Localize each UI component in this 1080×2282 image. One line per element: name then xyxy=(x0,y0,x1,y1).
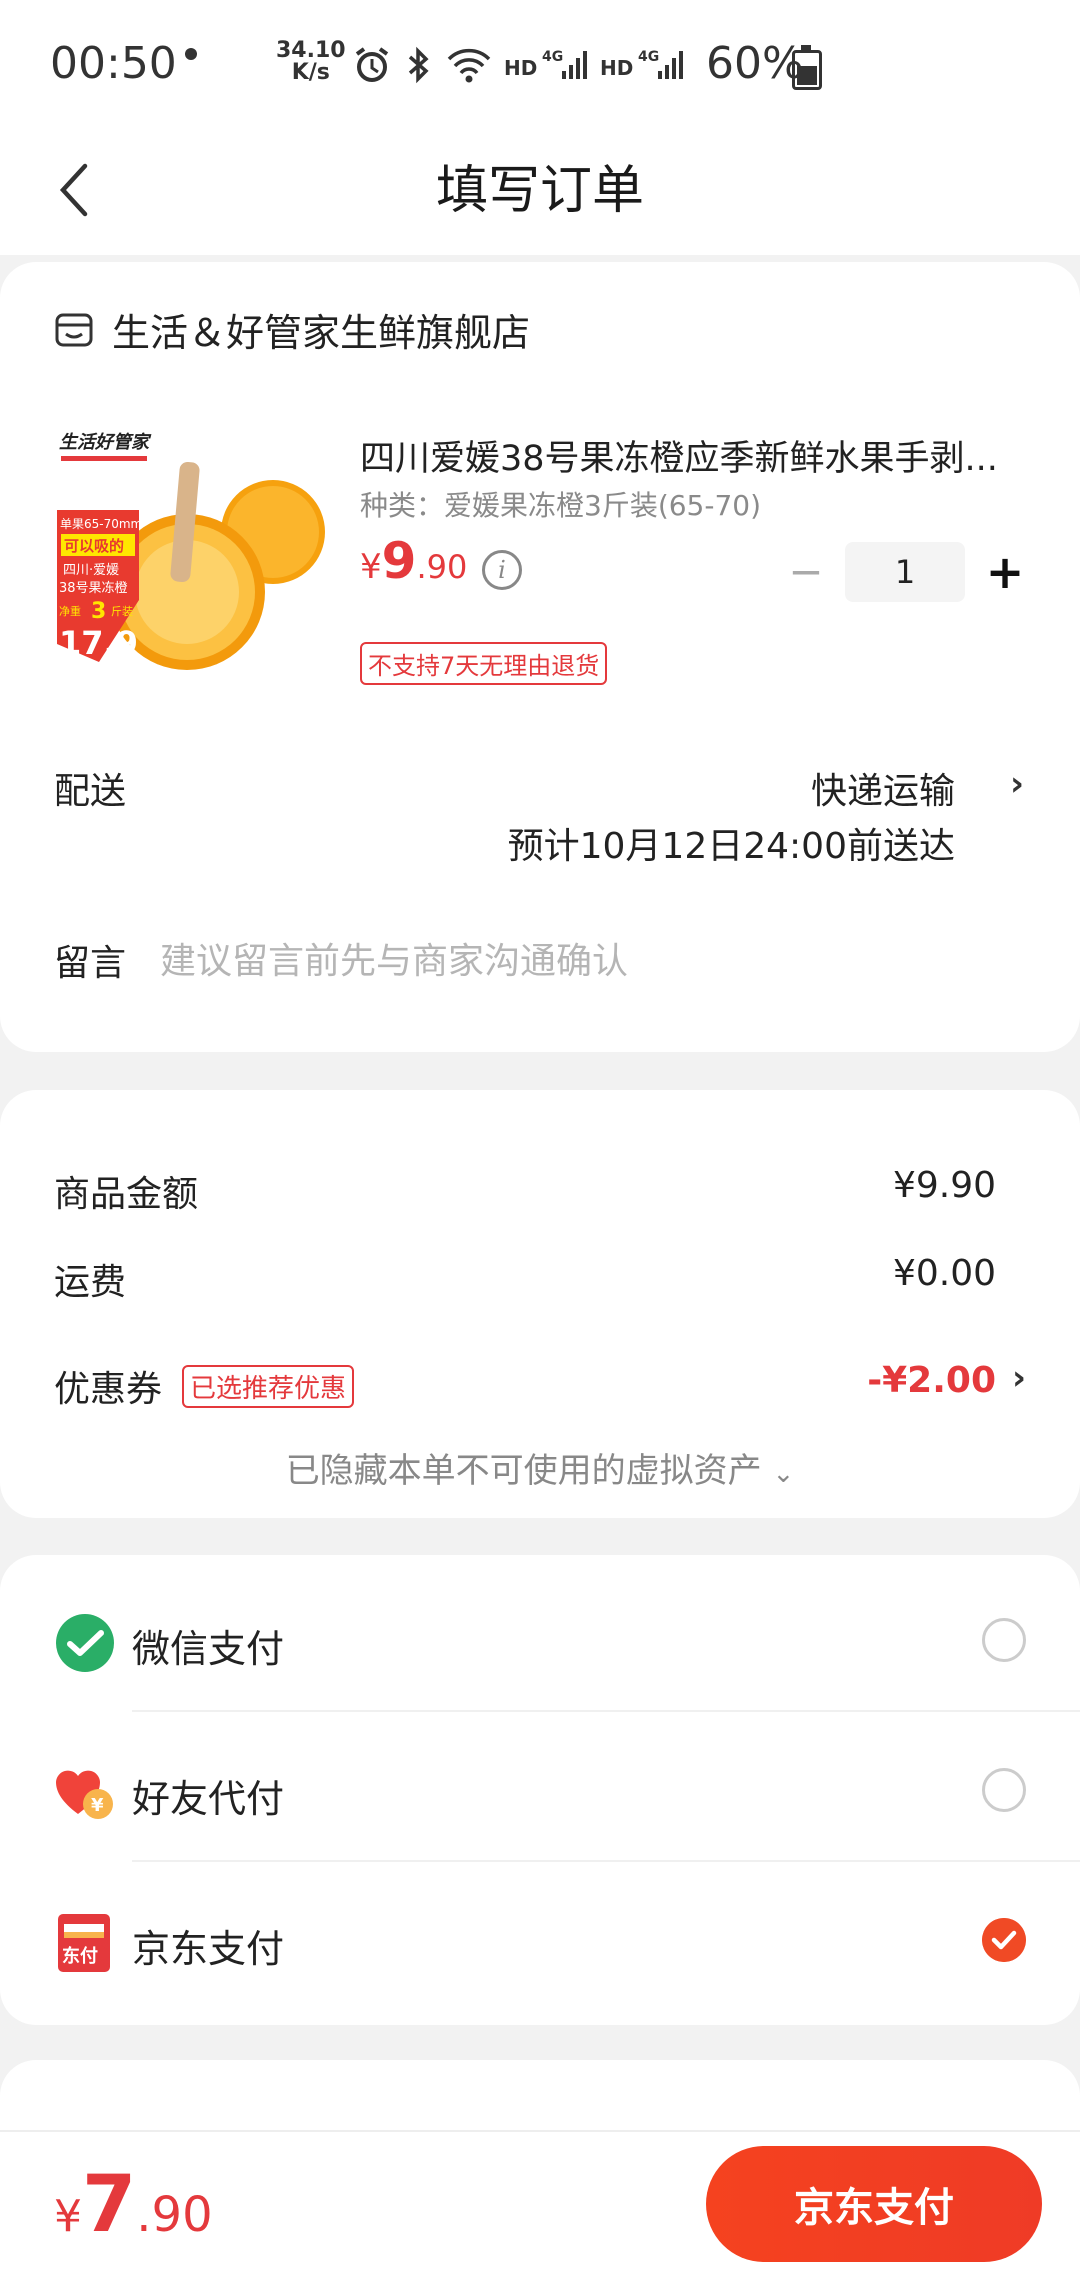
network-speed-value: 34.10 xyxy=(276,38,346,63)
price-decimal: .90 xyxy=(416,548,468,586)
svg-text:¥: ¥ xyxy=(91,1795,104,1816)
info-icon[interactable]: i xyxy=(482,550,522,590)
product-price: ¥ 9 .90 xyxy=(360,532,467,590)
checkout-bar: ¥ 7 .90 京东支付 xyxy=(0,2130,1080,2282)
total-symbol: ¥ xyxy=(54,2191,82,2242)
product-image-line3: 四川·爱媛 xyxy=(63,563,119,578)
svg-text:4G: 4G xyxy=(542,49,563,65)
product-title[interactable]: 四川爱媛38号果冻橙应季新鲜水果手剥... xyxy=(360,430,1030,481)
hidden-assets-text: 已隐藏本单不可使用的虚拟资产 xyxy=(285,1451,762,1491)
network-speed: 34.10 K/s xyxy=(276,40,346,84)
payment-radio[interactable] xyxy=(982,1768,1026,1812)
product-image-promo-label: 活动价 xyxy=(77,660,110,673)
status-time: 00:50 xyxy=(50,38,177,89)
product-image-line2: 可以吸的 xyxy=(64,537,124,555)
payment-option-wechat[interactable]: 微信支付 xyxy=(0,1570,1080,1720)
delivery-method[interactable]: 快递运输 xyxy=(811,762,955,814)
hidden-assets-toggle[interactable]: 已隐藏本单不可使用的虚拟资产 ⌄ xyxy=(0,1443,1080,1492)
svg-text:HD: HD xyxy=(600,56,633,80)
memo-label: 留言 xyxy=(54,943,127,984)
battery-icon xyxy=(792,45,822,90)
signal-hd-4g-icon-2: HD 4G xyxy=(600,49,683,80)
coupon-badge: 已选推荐优惠 xyxy=(182,1365,355,1408)
chevron-right-icon[interactable]: › xyxy=(1010,764,1024,804)
amount-card: 商品金额 ¥9.90 运费 ¥0.00 优惠券 已选推荐优惠 -¥2.00 › … xyxy=(0,1090,1080,1518)
payment-radio[interactable] xyxy=(982,1618,1026,1662)
payment-option-friend[interactable]: ¥ 好友代付 xyxy=(0,1720,1080,1870)
friend-pay-icon: ¥ xyxy=(56,1770,113,1819)
product-image[interactable]: 生活好管家 单果65-70mm 可以吸的 四川·爱媛 38号果冻橙 净重 3 斤… xyxy=(55,422,325,692)
product-spec: 种类：爱媛果冻橙3斤装(65-70) xyxy=(360,489,762,522)
divider xyxy=(132,1860,1080,1862)
quantity-decrease-button[interactable]: − xyxy=(788,551,824,593)
payment-label: 好友代付 xyxy=(132,1777,285,1821)
jd-pay-icon: 东付 xyxy=(58,1914,110,1972)
status-icons: HD 4G HD 4G xyxy=(352,40,684,90)
delivery-eta: 预计10月12日24:00前送达 xyxy=(507,826,955,867)
order-item-card: 生活＆好管家生鲜旗舰店 生活好管家 单果65-70mm 可以吸的 四川·爱媛 3… xyxy=(0,262,1080,1052)
store-header[interactable]: 生活＆好管家生鲜旗舰店 xyxy=(54,302,530,357)
battery-percent: 60% xyxy=(706,38,804,89)
status-bar: 00:50 34.10 K/s HD 4G HD 4G 60% xyxy=(0,0,1080,130)
store-name: 生活＆好管家生鲜旗舰店 xyxy=(112,311,531,355)
product-image-promo-price: 17.9 xyxy=(59,624,138,662)
checkmark-selected-icon[interactable] xyxy=(982,1918,1026,1962)
price-integer: 9 xyxy=(381,532,417,590)
goods-amount-value: ¥9.90 xyxy=(892,1165,996,1206)
jd-pay-icon-text: 东付 xyxy=(62,1945,98,1967)
shipping-fee-label: 运费 xyxy=(54,1262,127,1303)
network-speed-unit: K/s xyxy=(291,60,330,85)
price-symbol: ¥ xyxy=(360,547,382,587)
shipping-fee-value: ¥0.00 xyxy=(892,1253,996,1294)
payment-label: 京东支付 xyxy=(132,1927,285,1971)
memo-input[interactable] xyxy=(158,930,1012,992)
alarm-icon xyxy=(355,47,389,82)
svg-text:4G: 4G xyxy=(638,49,659,65)
product-image-weight-num: 3 xyxy=(91,599,106,624)
total-integer: 7 xyxy=(82,2160,137,2250)
payment-option-jd[interactable]: 东付 京东支付 xyxy=(0,1870,1080,2020)
product-image-line4: 38号果冻橙 xyxy=(59,580,128,596)
goods-amount-label: 商品金额 xyxy=(54,1174,199,1215)
submit-payment-button[interactable]: 京东支付 xyxy=(706,2146,1042,2262)
product-image-weight-prefix: 净重 xyxy=(59,604,81,618)
notification-dot xyxy=(185,48,197,60)
page-title: 填写订单 xyxy=(435,161,644,221)
payment-card: 微信支付 ¥ 好友代付 东付 京东支付 xyxy=(0,1555,1080,2025)
chevron-down-icon: ⌄ xyxy=(772,1459,795,1489)
bluetooth-icon xyxy=(408,46,429,84)
delivery-label: 配送 xyxy=(54,771,127,812)
product-image-brand: 生活好管家 xyxy=(59,432,152,453)
order-total: ¥ 7 .90 xyxy=(54,2160,213,2250)
coupon-chevron-right-icon[interactable]: › xyxy=(1012,1358,1026,1398)
return-policy-badge: 不支持7天无理由退货 xyxy=(360,642,608,685)
coupon-value[interactable]: -¥2.00 xyxy=(867,1360,996,1401)
signal-hd-4g-icon: HD 4G xyxy=(504,49,587,80)
total-decimal: .90 xyxy=(136,2187,213,2243)
product-image-line1: 单果65-70mm xyxy=(60,517,142,531)
payment-label: 微信支付 xyxy=(132,1627,285,1671)
quantity-increase-button[interactable]: + xyxy=(985,544,1025,600)
quantity-value[interactable]: 1 xyxy=(845,542,965,602)
divider xyxy=(132,1710,1080,1712)
wechat-pay-icon xyxy=(56,1614,114,1672)
coupon-label: 优惠券 xyxy=(54,1369,163,1410)
product-image-weight-unit: 斤装 xyxy=(111,605,133,618)
store-icon xyxy=(55,313,93,346)
nav-bar: 填写订单 xyxy=(0,130,1080,255)
svg-text:HD: HD xyxy=(504,56,537,80)
wifi-icon xyxy=(447,48,491,83)
